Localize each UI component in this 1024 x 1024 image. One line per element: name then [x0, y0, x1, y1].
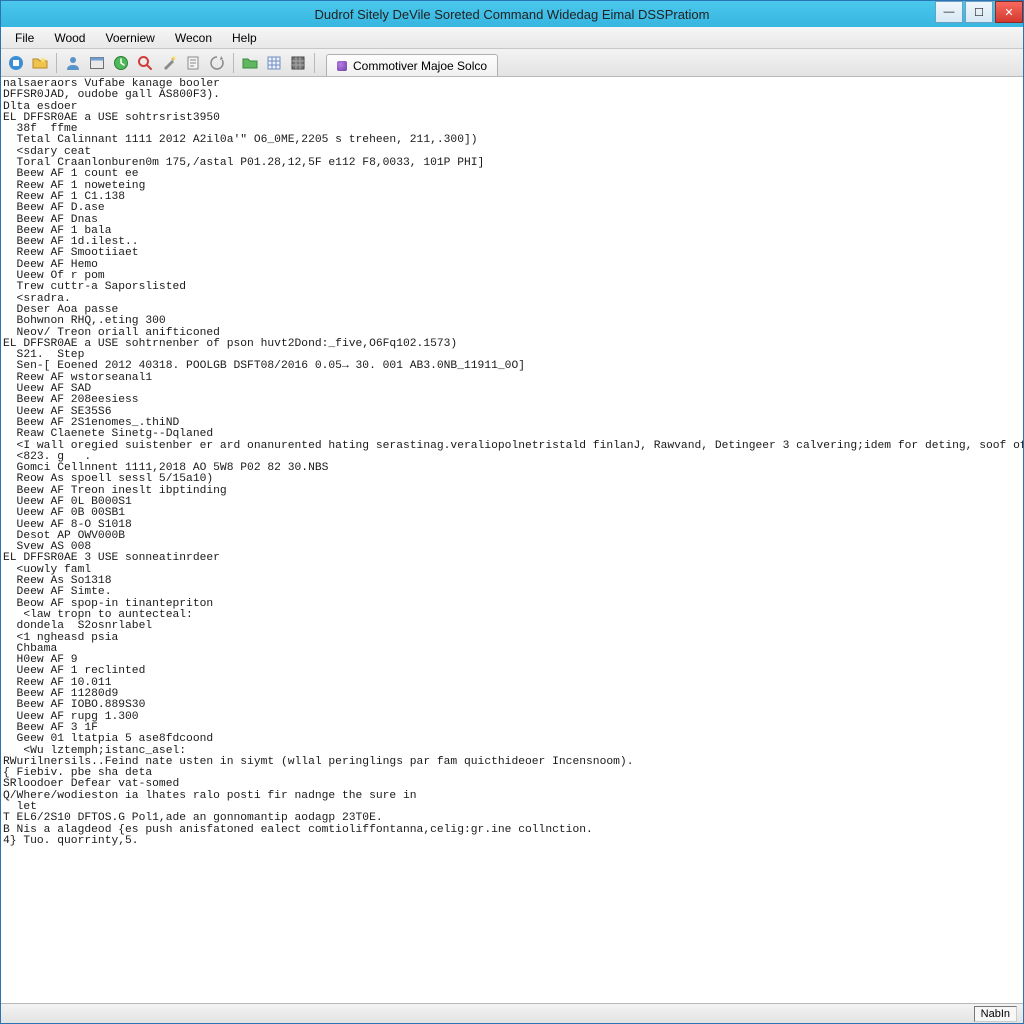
folder-star-icon[interactable] [29, 52, 51, 74]
menu-help[interactable]: Help [222, 29, 267, 47]
close-button[interactable]: ✕ [995, 1, 1023, 23]
editor-line: Beew AF Treon ineslt ibptinding [3, 486, 1021, 497]
editor-line: Reew AF 1 noweteing [3, 181, 1021, 192]
editor-line: Beew AF 1 count ee [3, 169, 1021, 180]
editor-line: <sradra. [3, 294, 1021, 305]
editor-line: Reaw Claenete Sinetg--Dqlaned [3, 429, 1021, 440]
editor-line: Beew AF IOBO.889S30 [3, 700, 1021, 711]
editor-line: Tetal Calinnant 1111 2012 A2il0a'" O6_0M… [3, 135, 1021, 146]
tab-document-label: Commotiver Majoe Solco [353, 59, 487, 73]
user-icon[interactable] [62, 52, 84, 74]
statusbar: NabIn [1, 1003, 1023, 1023]
editor-line: EL DFFSR0AE a USE sohtrnenber of pson hu… [3, 339, 1021, 350]
editor-line: Ueew AF 0B 00SB1 [3, 508, 1021, 519]
menu-voerniew[interactable]: Voerniew [95, 29, 164, 47]
editor-line: Q/Where/wodieston ia lhates ralo posti f… [3, 791, 1021, 802]
close-icon: ✕ [1004, 6, 1013, 19]
editor-line: Beew AF D.ase [3, 203, 1021, 214]
editor-line: EL DFFSR0AE 3 USE sonneatinrdeer [3, 553, 1021, 564]
editor-line: Trew cuttr-a Saporslisted [3, 282, 1021, 293]
toolbar-separator [314, 53, 315, 73]
editor-line: Bohwnon RHQ,.eting 300 [3, 316, 1021, 327]
editor-line: Reew AF wstorseanal1 [3, 373, 1021, 384]
tab-document-icon [337, 61, 347, 71]
editor-line: Ueew AF 0L B000S1 [3, 497, 1021, 508]
editor-line: 4} Tuo. quorrinty,5. [3, 836, 1021, 847]
app-logo-icon[interactable] [5, 52, 27, 74]
wand-icon[interactable] [158, 52, 180, 74]
maximize-button[interactable]: ☐ [965, 1, 993, 23]
editor-line: Desot AP OWV000B [3, 531, 1021, 542]
minimize-icon: — [944, 6, 955, 18]
menu-file[interactable]: File [5, 29, 44, 47]
editor-line: Beew AF 1d.ilest.. [3, 237, 1021, 248]
editor-line: T EL6/2S10 DFTOS.G Pol1,ade an gonnomant… [3, 813, 1021, 824]
editor-line: Beew AF 1 bala [3, 226, 1021, 237]
minimize-button[interactable]: — [935, 1, 963, 23]
editor-line: Reew AF 10.011 [3, 678, 1021, 689]
editor-line: SRloodoer Defear vat-somed [3, 779, 1021, 790]
editor-line: <1 ngheasd psia [3, 633, 1021, 644]
editor-line: Reew As So1318 [3, 576, 1021, 587]
folder-icon[interactable] [239, 52, 261, 74]
toolbar-separator [233, 53, 234, 73]
maximize-icon: ☐ [974, 6, 984, 19]
editor-line: Deew AF Hemo [3, 260, 1021, 271]
editor-line: Ueew AF SAD [3, 384, 1021, 395]
editor-content[interactable]: nalsaeraors Vufabe kanage boolerDFFSR0JA… [1, 77, 1023, 1003]
menu-wood[interactable]: Wood [44, 29, 95, 47]
editor-line: Beew AF Dnas [3, 215, 1021, 226]
editor-line: Toral Craanlonburen0m 175,/astal P01.28,… [3, 158, 1021, 169]
editor-line: Ueew AF rupg 1.300 [3, 712, 1021, 723]
editor-line: H0ew AF 9 [3, 655, 1021, 666]
editor-line: <I wall oregied suistenber er ard onanur… [3, 441, 1021, 452]
menubar: File Wood Voerniew Wecon Help [1, 27, 1023, 49]
editor-line: Ueew AF 1 reclinted [3, 666, 1021, 677]
editor-line: Reew AF 1 C1.138 [3, 192, 1021, 203]
window-icon[interactable] [86, 52, 108, 74]
editor-line: Sen-[ Eoened 2012 40318. POOLGB DSFT08/2… [3, 361, 1021, 372]
grid-icon[interactable] [263, 52, 285, 74]
editor-line: Beew AF 208eesiess [3, 395, 1021, 406]
zoom-icon[interactable] [134, 52, 156, 74]
editor-line: B Nis a alagdeod {es push anisfatoned ea… [3, 825, 1021, 836]
grid-dark-icon[interactable] [287, 52, 309, 74]
titlebar: Dudrof Sitely DeVile Soreted Command Wid… [1, 1, 1023, 27]
editor-line: <uowly faml [3, 565, 1021, 576]
editor-line: <law tropn to auntecteal: [3, 610, 1021, 621]
menu-wecon[interactable]: Wecon [165, 29, 222, 47]
recycle-icon[interactable] [206, 52, 228, 74]
status-right: NabIn [974, 1006, 1017, 1022]
editor-line: dondela S2osnrlabel [3, 621, 1021, 632]
editor-line: Geew 01 ltatpia 5 ase8fdcoond [3, 734, 1021, 745]
editor-line: Ueew AF 8-O S1018 [3, 520, 1021, 531]
editor-line: Reow As spoell sessl 5/15a10) [3, 474, 1021, 485]
editor-line: Beew AF 11280d9 [3, 689, 1021, 700]
tab-document[interactable]: Commotiver Majoe Solco [326, 54, 498, 76]
editor-line: Deew AF Simte. [3, 587, 1021, 598]
editor-line: Reew AF Smootiiaet [3, 248, 1021, 259]
note-icon[interactable] [182, 52, 204, 74]
toolbar-separator [56, 53, 57, 73]
editor-line: EL DFFSR0AE a USE sohtrsrist3950 [3, 113, 1021, 124]
editor-line: DFFSR0JAD, oudobe gall AS800F3). [3, 90, 1021, 101]
toolbar: Commotiver Majoe Solco [1, 49, 1023, 77]
document-tabs: Commotiver Majoe Solco [326, 49, 498, 76]
clock-green-icon[interactable] [110, 52, 132, 74]
editor-line: RWurilnersils..Feind nate usten in siymt… [3, 757, 1021, 768]
window-title: Dudrof Sitely DeVile Soreted Command Wid… [315, 7, 710, 22]
editor-line: Chbama [3, 644, 1021, 655]
